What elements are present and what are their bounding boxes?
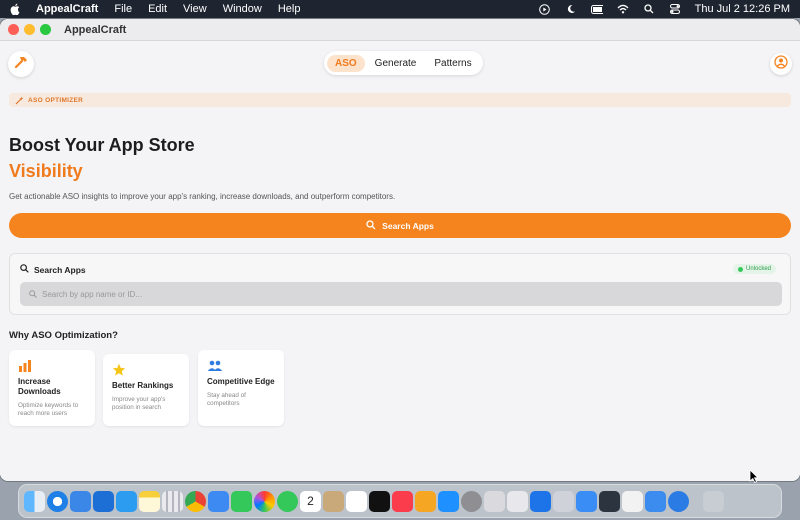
zoom-window-button[interactable]: [40, 24, 51, 35]
app-logo-button[interactable]: [8, 51, 34, 77]
vscode-icon[interactable]: [116, 490, 137, 512]
why-aso-heading: Why ASO Optimization?: [9, 330, 118, 341]
instruments-2-icon[interactable]: [622, 490, 643, 512]
reminders-icon[interactable]: [346, 490, 367, 512]
feature-title: Increase Downloads: [18, 377, 61, 396]
tab-aso[interactable]: ASO: [327, 54, 365, 72]
search-icon: [20, 264, 29, 275]
xcode-icon[interactable]: [93, 490, 114, 512]
mouse-cursor-icon: [749, 469, 759, 484]
notes-icon[interactable]: [139, 490, 160, 512]
facetime-icon[interactable]: [231, 490, 252, 512]
instruments-icon[interactable]: [576, 490, 597, 512]
photos-icon[interactable]: [254, 490, 275, 512]
menu-edit[interactable]: Edit: [148, 3, 167, 15]
wifi-icon[interactable]: [617, 4, 629, 14]
menu-file[interactable]: File: [114, 3, 132, 15]
transporter-icon[interactable]: [530, 490, 551, 512]
music-icon[interactable]: [392, 490, 413, 512]
title-bar: AppealCraft: [0, 19, 800, 41]
tab-patterns[interactable]: Patterns: [426, 55, 479, 72]
people-icon: [207, 359, 223, 373]
hammer-icon: [13, 54, 29, 75]
utility-icon[interactable]: [507, 490, 528, 512]
search-card-header: Search Apps: [20, 264, 86, 275]
wand-icon: [15, 96, 24, 105]
apple-icon[interactable]: [553, 490, 574, 512]
page-title: Boost Your App Store: [9, 135, 195, 155]
play-icon[interactable]: [539, 3, 551, 15]
user-icon: [774, 54, 788, 74]
settings-icon[interactable]: [461, 490, 482, 512]
badge-label: ASO OPTIMIZER: [28, 96, 84, 104]
status-dot-icon: [737, 266, 743, 272]
feature-card-competitive-edge: Competitive Edge Stay ahead of competito…: [198, 350, 284, 426]
app-window: AppealCraft ASO Generate Patterns ASO OP…: [0, 19, 800, 481]
feature-description: Improve your app's position in search: [112, 396, 166, 411]
minimize-window-button[interactable]: [24, 24, 35, 35]
status-badge: Unlocked: [732, 264, 776, 274]
search-icon[interactable]: [643, 4, 655, 14]
menu-bar: AppealCraft File Edit View Window Help T…: [0, 0, 800, 18]
dock: 2: [18, 484, 782, 518]
tab-generate[interactable]: Generate: [367, 55, 425, 72]
star-icon: [112, 363, 126, 377]
close-window-button[interactable]: [8, 24, 19, 35]
app-store-icon[interactable]: [438, 490, 459, 512]
apple-icon[interactable]: [10, 3, 24, 15]
search-card-title: Search Apps: [34, 264, 86, 275]
pages-icon[interactable]: [415, 490, 436, 512]
feature-card-better-rankings: Better Rankings Improve your app's posit…: [103, 354, 189, 426]
files-icon[interactable]: [70, 490, 91, 512]
search-apps-card: Search Apps Unlocked: [9, 253, 791, 315]
search-apps-button[interactable]: Search Apps: [9, 213, 791, 238]
menu-window[interactable]: Window: [223, 3, 262, 15]
feature-description: Optimize keywords to reach more users: [18, 402, 79, 417]
page-subtitle: Get actionable ASO insights to improve y…: [9, 192, 396, 201]
search-apps-button-label: Search Apps: [382, 220, 434, 231]
bar-chart-icon: [18, 359, 32, 373]
preview-icon[interactable]: [484, 490, 505, 512]
tv-icon[interactable]: [369, 490, 390, 512]
moon-icon[interactable]: [565, 4, 577, 14]
search-input[interactable]: [42, 289, 742, 299]
trash-icon[interactable]: [703, 490, 724, 512]
main-content: ASO Generate Patterns ASO OPTIMIZER Boos…: [0, 41, 800, 481]
menu-app-name[interactable]: AppealCraft: [36, 3, 98, 15]
simulator-2-icon[interactable]: [645, 490, 666, 512]
menu-clock[interactable]: Thu Jul 2 12:26 PM: [695, 3, 790, 15]
mode-tabs: ASO Generate Patterns: [324, 51, 483, 75]
mail-icon[interactable]: [208, 490, 229, 512]
profile-button[interactable]: [770, 53, 792, 75]
search-field[interactable]: [20, 282, 782, 306]
xcode-2-icon[interactable]: [668, 490, 689, 512]
feature-title: Better Rankings: [112, 381, 174, 390]
launchpad-icon[interactable]: [162, 490, 183, 512]
finder-icon[interactable]: [24, 490, 45, 512]
feature-description: Stay ahead of competitors: [207, 392, 246, 407]
menu-view[interactable]: View: [183, 3, 207, 15]
aso-optimizer-badge: ASO OPTIMIZER: [9, 93, 791, 107]
messages-icon[interactable]: [277, 490, 298, 512]
status-badge-label: Unlocked: [745, 266, 771, 272]
battery-icon[interactable]: [590, 4, 603, 14]
safari-icon[interactable]: [47, 490, 68, 512]
page-title-accent: Visibility: [9, 161, 83, 181]
simulator-icon[interactable]: [599, 490, 620, 512]
control-center-icon[interactable]: [669, 4, 681, 14]
search-icon: [366, 219, 376, 232]
feature-title: Competitive Edge: [207, 377, 275, 386]
contacts-icon[interactable]: [323, 490, 344, 512]
chrome-icon[interactable]: [185, 490, 206, 512]
search-icon: [29, 285, 37, 303]
calendar-icon[interactable]: 2: [300, 490, 321, 512]
menu-help[interactable]: Help: [278, 3, 301, 15]
window-title: AppealCraft: [64, 23, 127, 36]
feature-card-increase-downloads: Increase Downloads Optimize keywords to …: [9, 350, 95, 426]
